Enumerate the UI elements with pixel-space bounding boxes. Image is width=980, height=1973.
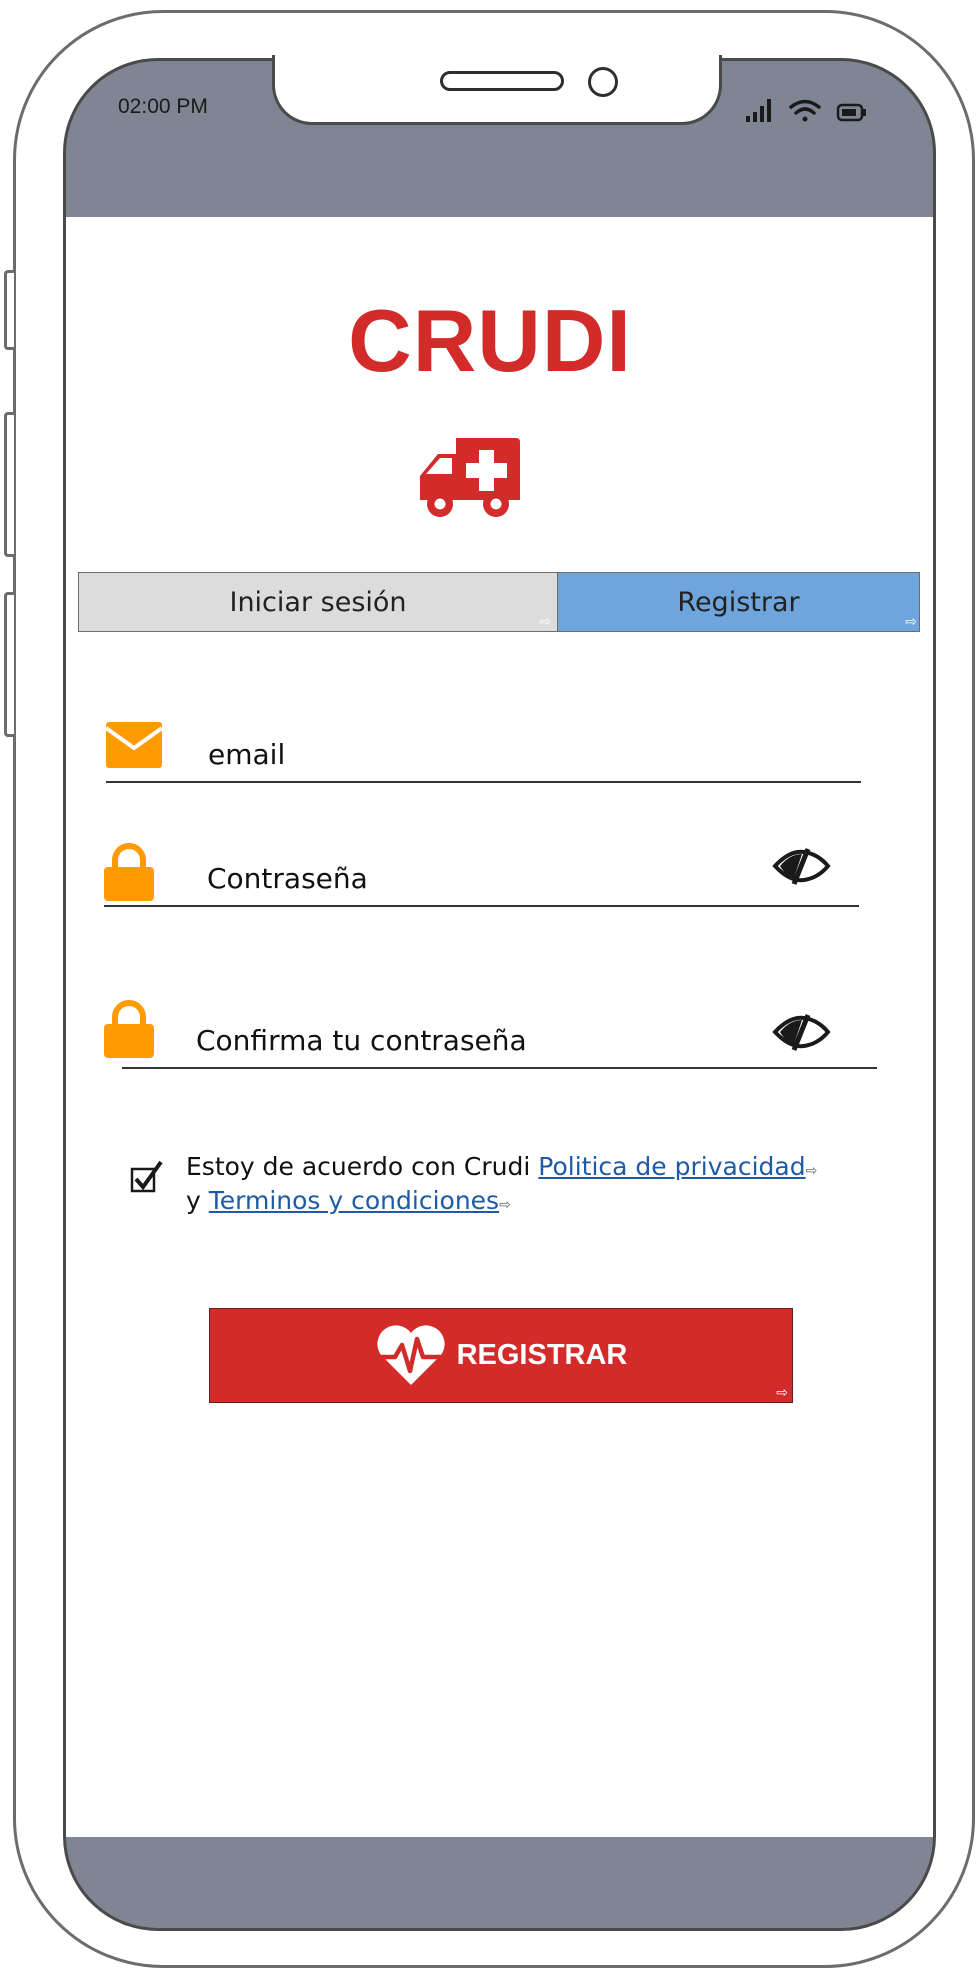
tab-login-label: Iniciar sesión — [229, 586, 407, 618]
link-arrow-icon: ⇨ — [776, 1385, 788, 1401]
agreement-text: Estoy de acuerdo con Crudi Politica de p… — [186, 1152, 866, 1220]
link-arrow-icon: ⇨ — [805, 1163, 818, 1179]
confirm-password-field[interactable]: Confirma tu contraseña — [196, 1024, 527, 1057]
status-time: 02:00 PM — [118, 95, 208, 118]
heart-pulse-icon — [376, 1324, 445, 1385]
register-button[interactable]: REGISTRAR ⇨ — [209, 1308, 793, 1403]
lock-icon — [104, 1000, 154, 1062]
phone-side-button — [4, 592, 14, 737]
link-arrow-icon: ⇨ — [499, 1197, 511, 1213]
tab-register[interactable]: Registrar ⇨ — [558, 572, 920, 632]
app-title: CRUDI — [348, 291, 632, 390]
envelope-icon — [104, 722, 164, 772]
ambulance-icon — [416, 434, 522, 524]
tab-login[interactable]: Iniciar sesión ⇨ — [78, 572, 558, 632]
link-arrow-icon: ⇨ — [905, 614, 917, 630]
auth-tabs: Iniciar sesión ⇨ Registrar ⇨ — [78, 572, 920, 632]
agreement-line-2: y Terminos y condiciones⇨ — [186, 1186, 866, 1220]
email-underline — [106, 781, 861, 783]
agreement-checkbox[interactable] — [130, 1160, 164, 1198]
password-field[interactable]: Contraseña — [207, 862, 368, 895]
phone-side-button — [4, 412, 14, 557]
eye-off-icon[interactable] — [772, 1012, 832, 1056]
speaker-icon — [440, 71, 564, 91]
battery-icon — [836, 103, 866, 122]
email-field[interactable]: email — [208, 738, 285, 771]
register-button-label: REGISTRAR — [456, 1339, 628, 1371]
eye-off-icon[interactable] — [772, 846, 832, 890]
cellular-signal-icon — [746, 99, 771, 122]
camera-icon — [588, 67, 618, 97]
agreement-line-1: Estoy de acuerdo con Crudi Politica de p… — [186, 1152, 866, 1186]
lock-icon — [104, 843, 154, 905]
confirm-password-underline — [122, 1067, 877, 1069]
tab-register-label: Registrar — [677, 586, 800, 618]
agreement-middle: y — [186, 1186, 209, 1215]
password-underline — [104, 905, 859, 907]
terms-link[interactable]: Terminos y condiciones — [209, 1186, 499, 1215]
link-arrow-icon: ⇨ — [539, 614, 551, 630]
privacy-policy-link[interactable]: Politica de privacidad — [538, 1152, 805, 1181]
agreement-prefix: Estoy de acuerdo con Crudi — [186, 1152, 539, 1181]
status-icons — [746, 96, 886, 130]
wifi-icon — [789, 99, 821, 122]
